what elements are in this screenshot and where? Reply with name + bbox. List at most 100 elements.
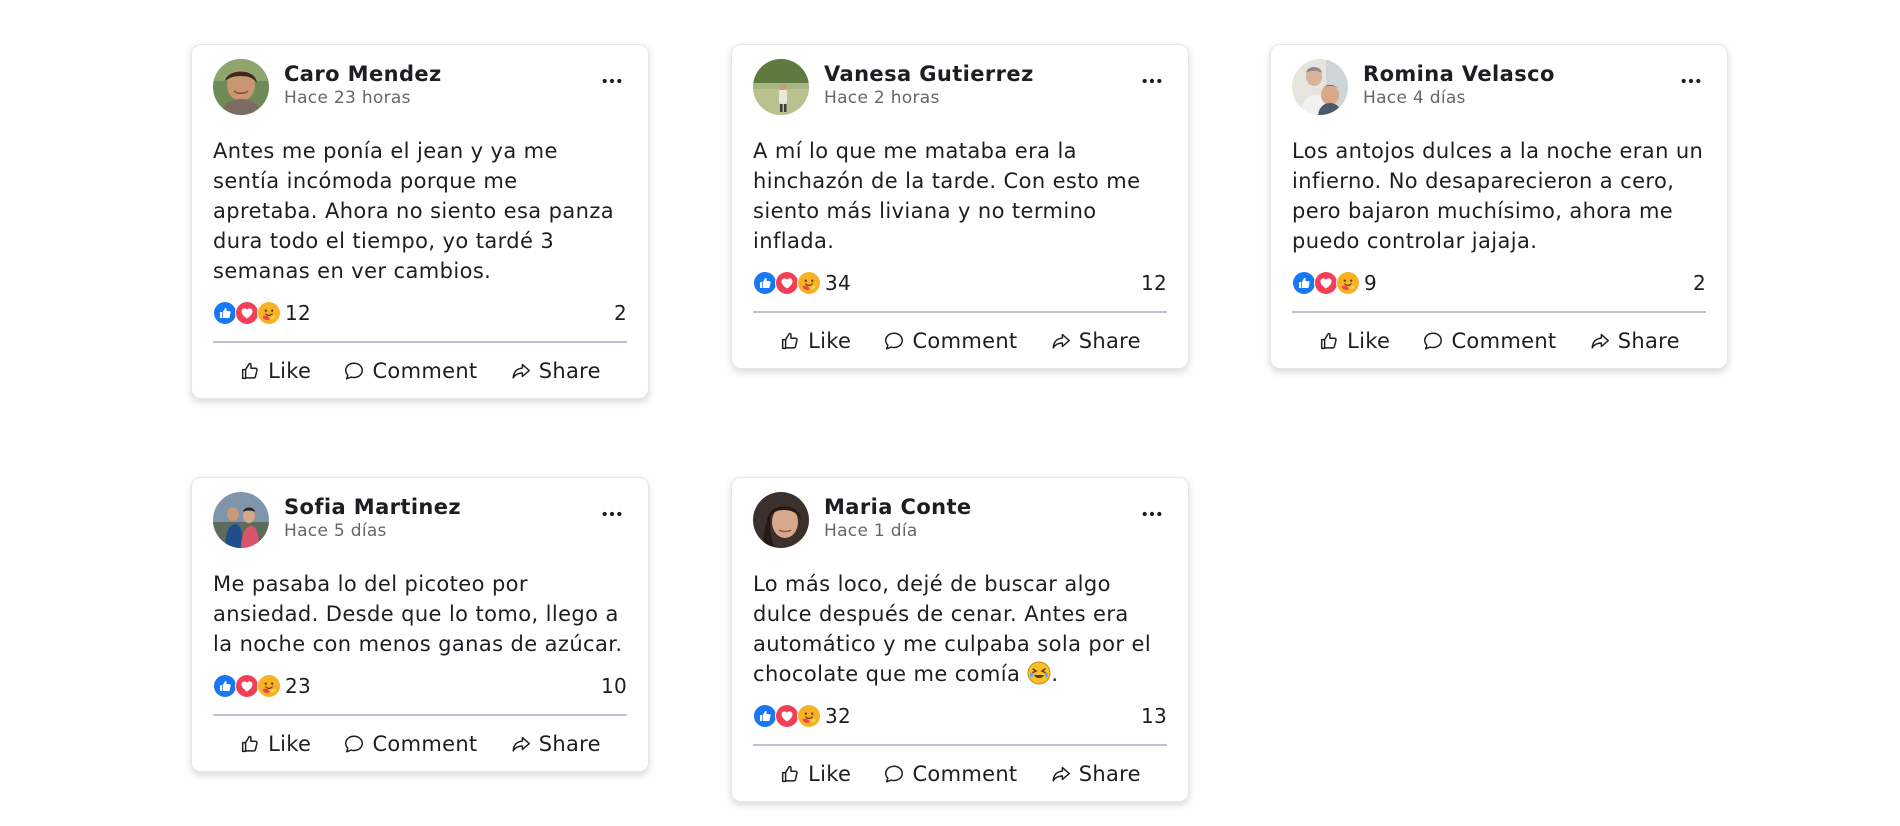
avatar[interactable] [753, 492, 809, 548]
post-text-body: Lo más loco, dejé de buscar algo dulce d… [753, 572, 1152, 686]
comment-button[interactable]: Comment [1422, 329, 1556, 353]
post-header: Sofia Martinez Hace 5 días [213, 492, 627, 554]
reaction-icons [213, 301, 281, 325]
love-icon [1314, 271, 1338, 295]
comment-label: Comment [372, 731, 478, 756]
avatar[interactable] [213, 59, 269, 115]
thumbs-up-icon [239, 360, 261, 382]
more-options-icon[interactable] [598, 71, 626, 91]
reaction-count: 9 [1364, 271, 1378, 295]
post-card: Caro Mendez Hace 23 horas Antes me ponía… [191, 44, 649, 399]
share-label: Share [538, 731, 601, 756]
comment-icon [1422, 330, 1444, 352]
share-button[interactable]: Share [510, 359, 601, 383]
action-bar: Like Comment Share [753, 313, 1167, 368]
post-text: Lo más loco, dejé de buscar algo dulce d… [753, 569, 1167, 689]
reactions-row: 34 12 [753, 268, 1167, 298]
share-label: Share [1078, 761, 1141, 786]
like-label: Like [808, 761, 852, 786]
care-icon [797, 271, 821, 295]
post-text: Me pasaba lo del picoteo por ansiedad. D… [213, 572, 623, 656]
like-button[interactable]: Like [1318, 329, 1390, 353]
post-time[interactable]: Hace 2 horas [824, 87, 1034, 109]
more-options-icon[interactable] [1677, 71, 1705, 91]
reactions-summary[interactable]: 23 [213, 674, 311, 698]
like-button[interactable]: Like [239, 732, 311, 756]
author-name[interactable]: Romina Velasco [1363, 61, 1555, 87]
like-icon [1292, 271, 1316, 295]
author-name[interactable]: Vanesa Gutierrez [824, 61, 1034, 87]
reaction-icons [1292, 271, 1360, 295]
reactions-summary[interactable]: 9 [1292, 271, 1377, 295]
post-time[interactable]: Hace 4 días [1363, 87, 1555, 109]
author-name[interactable]: Maria Conte [824, 494, 972, 520]
post-card: Romina Velasco Hace 4 días Los antojos d… [1270, 44, 1728, 369]
post-header: Caro Mendez Hace 23 horas [213, 59, 627, 121]
comment-label: Comment [1451, 328, 1557, 353]
more-options-icon[interactable] [1138, 71, 1166, 91]
reaction-count: 34 [825, 271, 852, 295]
like-icon [213, 301, 237, 325]
like-button[interactable]: Like [239, 359, 311, 383]
share-button[interactable]: Share [1050, 762, 1141, 786]
author-block: Caro Mendez Hace 23 horas [284, 59, 442, 109]
reactions-summary[interactable]: 34 [753, 271, 851, 295]
reactions-row: 32 13 [753, 701, 1167, 731]
comment-button[interactable]: Comment [883, 329, 1017, 353]
avatar[interactable] [1292, 59, 1348, 115]
comment-count[interactable]: 13 [1141, 704, 1167, 728]
post-text: Antes me ponía el jean y ya me sentía in… [213, 139, 615, 283]
post-header: Vanesa Gutierrez Hace 2 horas [753, 59, 1167, 121]
avatar[interactable] [753, 59, 809, 115]
reaction-icons [213, 674, 281, 698]
author-name[interactable]: Sofia Martinez [284, 494, 461, 520]
thumbs-up-icon [239, 733, 261, 755]
action-bar: Like Comment Share [753, 746, 1167, 801]
share-button[interactable]: Share [1050, 329, 1141, 353]
reactions-row: 12 2 [213, 298, 627, 328]
post-card: Maria Conte Hace 1 día Lo más loco, dejé… [731, 477, 1189, 802]
comment-count[interactable]: 12 [1141, 271, 1167, 295]
share-button[interactable]: Share [510, 732, 601, 756]
comment-count[interactable]: 2 [614, 301, 627, 325]
more-options-icon[interactable] [598, 504, 626, 524]
more-options-icon[interactable] [1138, 504, 1166, 524]
share-label: Share [1617, 328, 1680, 353]
like-label: Like [808, 328, 852, 353]
avatar[interactable] [213, 492, 269, 548]
author-block: Maria Conte Hace 1 día [824, 492, 972, 542]
love-icon [775, 704, 799, 728]
post-time[interactable]: Hace 5 días [284, 520, 461, 542]
care-icon [797, 704, 821, 728]
action-bar: Like Comment Share [213, 343, 627, 398]
love-icon [235, 301, 259, 325]
reactions-summary[interactable]: 32 [753, 704, 851, 728]
reaction-count: 23 [285, 674, 312, 698]
comment-icon [883, 763, 905, 785]
like-label: Like [1347, 328, 1391, 353]
comment-button[interactable]: Comment [343, 732, 477, 756]
reaction-icons [753, 704, 821, 728]
comment-icon [343, 360, 365, 382]
comment-count[interactable]: 2 [1693, 271, 1706, 295]
comment-label: Comment [912, 328, 1018, 353]
post-card: Sofia Martinez Hace 5 días Me pasaba lo … [191, 477, 649, 772]
reaction-count: 12 [285, 301, 312, 325]
post-time[interactable]: Hace 23 horas [284, 87, 442, 109]
comment-button[interactable]: Comment [343, 359, 477, 383]
post-time[interactable]: Hace 1 día [824, 520, 972, 542]
share-icon [1050, 330, 1072, 352]
reactions-summary[interactable]: 12 [213, 301, 311, 325]
love-icon [235, 674, 259, 698]
thumbs-up-icon [779, 763, 801, 785]
like-button[interactable]: Like [779, 762, 851, 786]
author-block: Romina Velasco Hace 4 días [1363, 59, 1555, 109]
comment-button[interactable]: Comment [883, 762, 1017, 786]
thumbs-up-icon [779, 330, 801, 352]
comment-count[interactable]: 10 [601, 674, 627, 698]
author-block: Sofia Martinez Hace 5 días [284, 492, 461, 542]
author-name[interactable]: Caro Mendez [284, 61, 442, 87]
comment-icon [883, 330, 905, 352]
like-button[interactable]: Like [779, 329, 851, 353]
share-button[interactable]: Share [1589, 329, 1680, 353]
